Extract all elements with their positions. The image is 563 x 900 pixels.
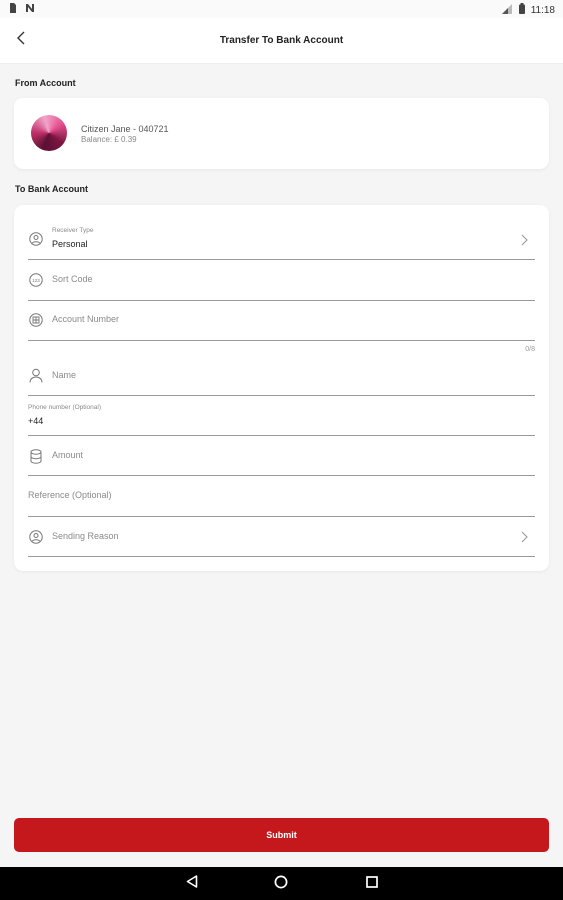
name-field[interactable]: Name	[28, 357, 535, 396]
sim-icon	[9, 3, 17, 16]
phone-number-field[interactable]: Phone number (Optional) +44	[28, 396, 535, 436]
sort-code-icon: 123	[28, 272, 44, 288]
nav-home-button[interactable]	[272, 875, 290, 893]
receiver-type-label: Receiver Type	[52, 227, 94, 234]
from-account-label: From Account	[15, 78, 76, 88]
notification-n-icon	[25, 3, 35, 16]
chevron-right-icon	[519, 233, 529, 247]
user-circle-icon	[28, 231, 44, 247]
account-number-placeholder: Account Number	[52, 314, 120, 324]
amount-field[interactable]: Amount	[28, 436, 535, 476]
circle-home-icon	[274, 875, 288, 894]
receiver-type-select[interactable]: Receiver Type Personal	[28, 219, 535, 260]
sending-reason-select[interactable]: Sending Reason	[28, 517, 535, 557]
bank-icon	[28, 312, 44, 328]
reference-placeholder: Reference (Optional)	[28, 490, 112, 500]
to-account-label: To Bank Account	[15, 184, 89, 194]
square-recents-icon	[366, 875, 378, 893]
to-account-card: Receiver Type Personal 123 Sort Code Acc…	[14, 205, 549, 571]
sending-reason-placeholder: Sending Reason	[52, 531, 119, 541]
nav-back-button[interactable]	[183, 875, 201, 893]
person-icon	[28, 367, 44, 383]
account-number-field[interactable]: Account Number	[28, 301, 535, 341]
sort-code-placeholder: Sort Code	[52, 274, 93, 284]
triangle-back-icon	[186, 875, 198, 893]
account-number-counter: 0/8	[525, 346, 535, 353]
phone-number-value: +44	[28, 416, 44, 426]
name-placeholder: Name	[52, 370, 77, 380]
app-bar: Transfer To Bank Account	[0, 18, 563, 64]
status-time: 11:18	[530, 4, 555, 16]
submit-button[interactable]: Submit	[14, 818, 549, 852]
amount-placeholder: Amount	[52, 450, 84, 460]
coins-icon	[28, 448, 44, 464]
system-nav-bar	[0, 867, 563, 900]
from-account-card[interactable]: Citizen Jane - 040721 Balance: £ 0.39	[14, 98, 549, 169]
receiver-type-value: Personal	[52, 239, 88, 249]
user-circle-icon	[28, 529, 44, 545]
sort-code-field[interactable]: 123 Sort Code	[28, 260, 535, 301]
account-avatar	[31, 115, 67, 151]
status-bar: 11:18	[0, 0, 563, 18]
account-balance: Balance: £ 0.39	[81, 135, 137, 144]
signal-icon	[501, 3, 513, 17]
battery-icon	[518, 3, 525, 17]
svg-text:123: 123	[32, 278, 40, 283]
page-title: Transfer To Bank Account	[219, 35, 344, 46]
phone-number-label: Phone number (Optional)	[28, 404, 101, 411]
account-name: Citizen Jane - 040721	[81, 124, 169, 134]
nav-recents-button[interactable]	[363, 875, 381, 893]
chevron-right-icon	[519, 530, 529, 544]
reference-field[interactable]: Reference (Optional)	[28, 476, 535, 517]
